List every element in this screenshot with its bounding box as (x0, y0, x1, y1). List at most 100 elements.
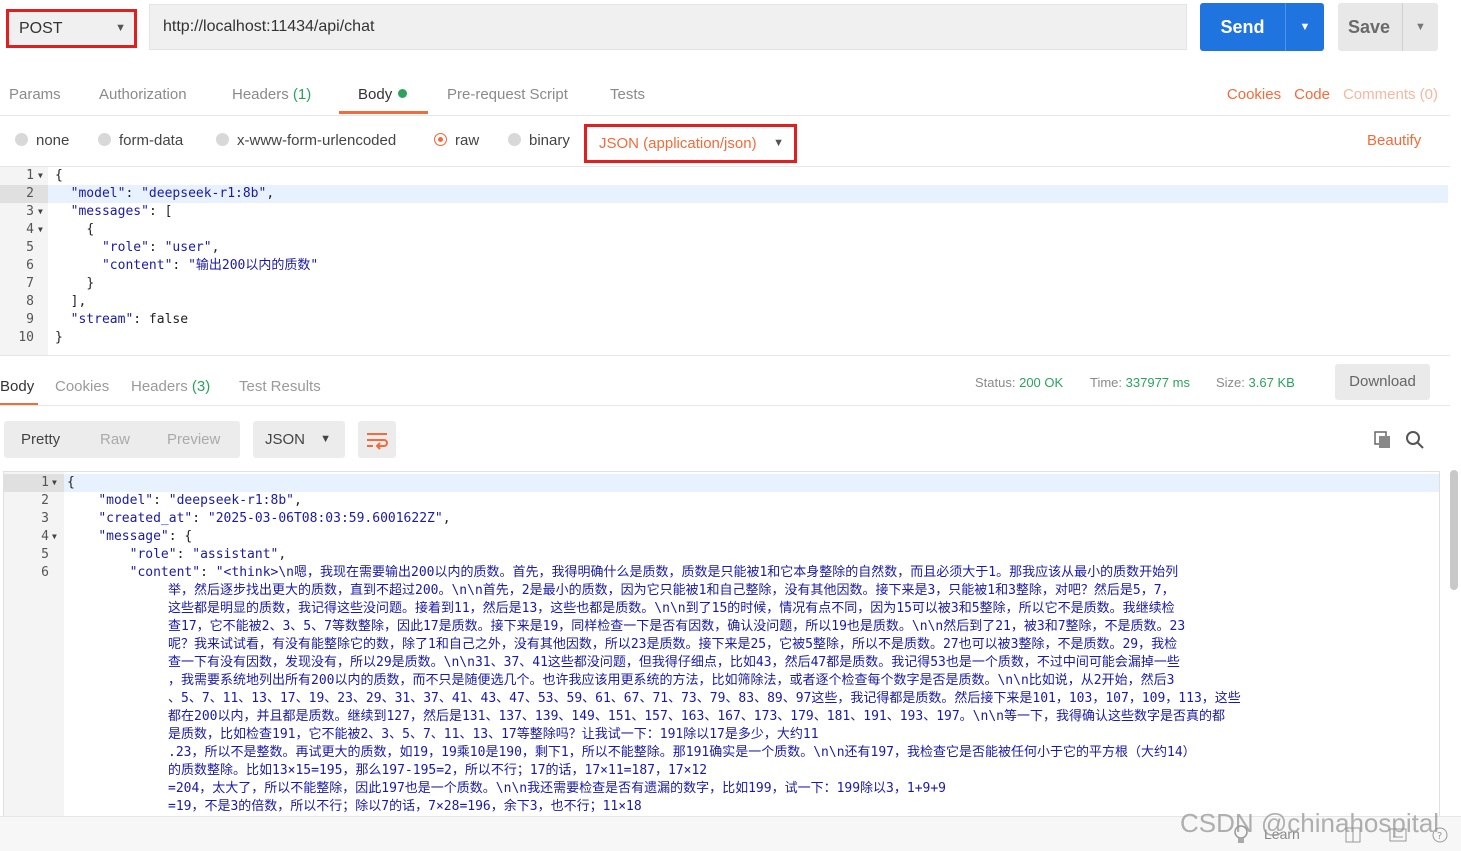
fold-arrow-icon[interactable]: ▼ (52, 528, 57, 546)
tab-body[interactable]: Body (358, 86, 408, 103)
code-link[interactable]: Code (1294, 86, 1330, 103)
send-dropdown-chevron-icon[interactable]: ▼ (1286, 3, 1324, 51)
fold-arrow-icon[interactable]: ▼ (38, 221, 43, 239)
json-string: "deepseek-r1:8b" (168, 493, 294, 508)
url-input[interactable]: http://localhost:11434/api/chat (149, 4, 1187, 50)
divider (0, 115, 1450, 116)
radio-raw-label: raw (455, 132, 480, 149)
radio-binary[interactable]: binary (508, 132, 570, 149)
divider (0, 405, 1450, 406)
code-line: { (86, 222, 95, 237)
radio-none-label: none (36, 132, 70, 149)
response-tab-headers-label: Headers (131, 378, 188, 395)
save-button[interactable]: Save ▼ (1338, 3, 1438, 51)
radio-raw[interactable]: raw (434, 132, 479, 149)
radio-icon (98, 133, 111, 146)
request-code[interactable]: { "model": "deepseek-r1:8b", "messages":… (55, 167, 318, 347)
time-value: 337977 ms (1125, 375, 1190, 390)
tab-params[interactable]: Params (9, 86, 61, 103)
content-wrapped-line: 、5、7、11、13、17、19、23、29、31、37、41、43、47、53… (168, 691, 1241, 706)
watermark: CSDN @chinahospital (1180, 808, 1440, 838)
content-wrapped-line: .23，所以不是整数。再试更大的质数，如19，19乘10是190，剩下1，所以不… (168, 745, 1196, 760)
wrap-lines-button[interactable] (358, 421, 396, 458)
chevron-down-icon: ▼ (115, 22, 126, 34)
radio-form-data[interactable]: form-data (98, 132, 183, 149)
json-string: "输出200以内的质数" (188, 258, 319, 273)
wrap-lines-icon (367, 433, 388, 450)
json-string: "user" (164, 240, 212, 255)
line-number: 8 (26, 294, 34, 309)
beautify-link[interactable]: Beautify (1367, 132, 1421, 149)
response-body-viewer[interactable]: 1 ▼ 2 3 4 ▼ 5 6 { "model": "deepseek-r1:8b", "c… (3, 471, 1440, 818)
radio-icon (508, 133, 521, 146)
status-readout: Status: 200 OK (975, 375, 1063, 390)
save-label: Save (1347, 17, 1391, 37)
code-text: : [ (148, 204, 173, 219)
format-select[interactable]: JSON ▼ (253, 421, 345, 458)
code-line: } (86, 276, 95, 291)
headers-count: (1) (292, 86, 312, 103)
send-button[interactable]: Send ▼ (1200, 3, 1324, 51)
line-number: 9 (26, 312, 34, 327)
json-string: "2025-03-06T08:03:59.6001622Z" (207, 511, 443, 526)
scrollbar-thumb[interactable] (1450, 470, 1458, 590)
content-type-select[interactable]: JSON (application/json) ▼ (584, 124, 797, 163)
active-tab-underline (339, 111, 428, 114)
content-wrapped-line: 查一下有没有因数，发现没有，所以29是质数。\n\n31、37、41这些都没问题… (168, 655, 1180, 670)
content-type-label: JSON (application/json) (599, 135, 757, 152)
copy-icon[interactable] (1373, 430, 1393, 450)
tab-authorization[interactable]: Authorization (99, 86, 187, 103)
fold-arrow-icon[interactable]: ▼ (38, 203, 43, 221)
fold-arrow-icon[interactable]: ▼ (38, 167, 43, 185)
json-string: "<think>\n嗯，我现在需要输出200以内的质数。首先，我得明确什么是质数… (215, 565, 1179, 580)
response-tab-body[interactable]: Body (0, 378, 34, 395)
response-tab-headers[interactable]: Headers (3) (131, 378, 210, 395)
json-key: "model" (98, 493, 154, 508)
view-raw[interactable]: Raw (100, 421, 130, 458)
response-tab-test-results[interactable]: Test Results (239, 378, 321, 395)
json-string: "assistant" (192, 547, 279, 562)
time-label: Time: (1090, 375, 1123, 390)
size-readout: Size: 3.67 KB (1216, 375, 1295, 390)
radio-urlencoded[interactable]: x-www-form-urlencoded (216, 132, 396, 149)
json-key: "content" (101, 258, 173, 273)
send-label: Send (1220, 17, 1265, 37)
code-text: : { (168, 529, 193, 544)
radio-icon (15, 133, 28, 146)
radio-binary-label: binary (529, 132, 570, 149)
radio-none[interactable]: none (15, 132, 69, 149)
radio-form-data-label: form-data (119, 132, 184, 149)
content-wrapped-line: ，我需要系统地列出所有200以内的质数，而不只是随便选几个。也许我应该用更系统的… (168, 673, 1175, 688)
fold-arrow-icon[interactable]: ▼ (52, 474, 57, 492)
time-readout: Time: 337977 ms (1090, 375, 1190, 390)
tab-headers[interactable]: Headers (1) (232, 86, 311, 103)
line-number: 2 (41, 493, 49, 508)
view-preview[interactable]: Preview (167, 421, 220, 458)
tab-tests[interactable]: Tests (610, 86, 645, 103)
content-wrapped-line: 是质数，比如检查191，它不能被2、3、5、7、11、13、17等整除吗？让我试… (168, 727, 819, 742)
search-icon[interactable] (1405, 430, 1425, 450)
line-number: 1 (41, 475, 49, 490)
tab-prerequest-script[interactable]: Pre-request Script (447, 86, 568, 103)
cookies-link[interactable]: Cookies (1227, 86, 1281, 103)
method-label: POST (19, 20, 63, 37)
status-value: 200 OK (1019, 375, 1064, 390)
method-select[interactable]: POST ▼ (6, 9, 137, 48)
line-number: 5 (26, 240, 34, 255)
view-pretty[interactable]: Pretty (21, 421, 60, 458)
line-number: 4 (41, 529, 49, 544)
save-dropdown-chevron-icon[interactable]: ▼ (1403, 3, 1438, 51)
response-tab-cookies[interactable]: Cookies (55, 378, 109, 395)
content-wrapped-line: 查17，它不能被2、3、5、7等数整除，因此17是质数。接下来是19，同样检查一… (168, 619, 1186, 634)
code-line: ], (70, 294, 87, 309)
code-line: { (67, 475, 75, 490)
line-number: 3 (41, 511, 49, 526)
line-number: 10 (18, 330, 34, 345)
download-button[interactable]: Download (1335, 364, 1430, 400)
request-body-editor[interactable]: 1 ▼ 2 3 ▼ 4 ▼ 5 6 7 8 9 10 { "model": "deepseek-r1:8… (0, 166, 1450, 356)
comments-link[interactable]: Comments (0) (1343, 86, 1438, 103)
tab-body-label: Body (358, 86, 393, 103)
code-line: } (55, 330, 63, 345)
line-number: 6 (26, 258, 34, 273)
status-label: Status: (975, 375, 1016, 390)
